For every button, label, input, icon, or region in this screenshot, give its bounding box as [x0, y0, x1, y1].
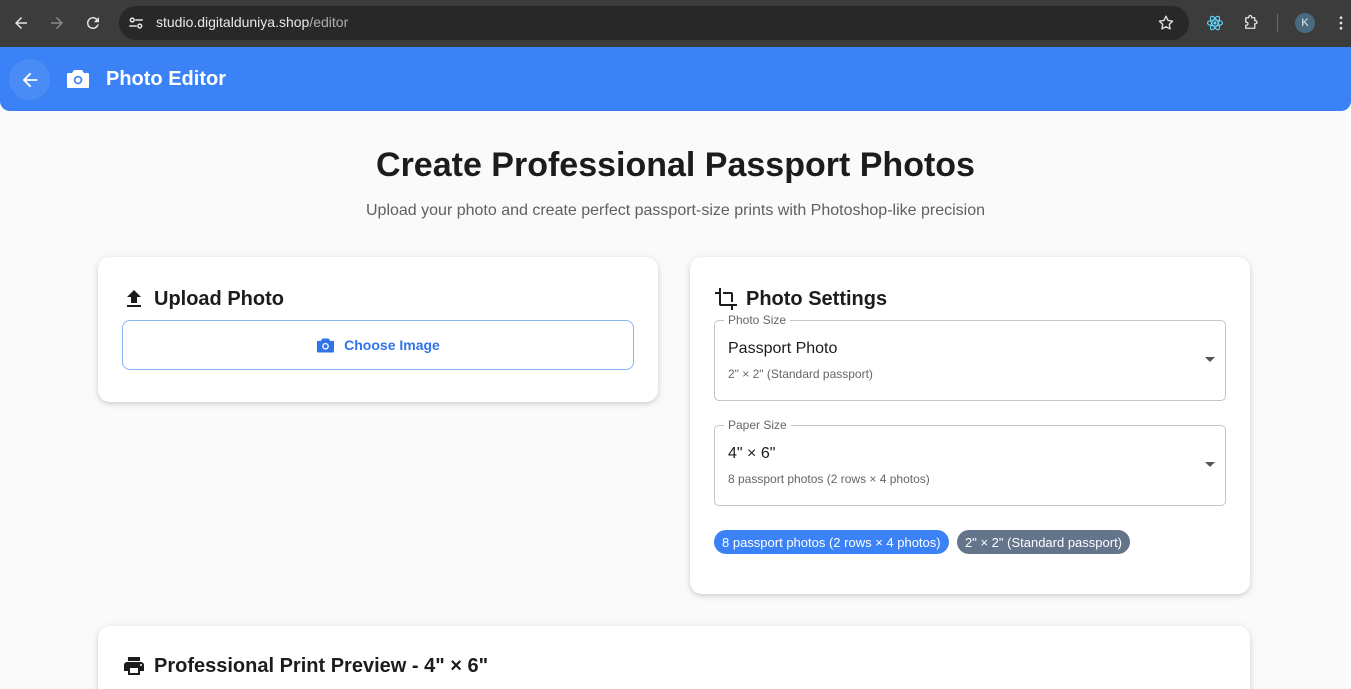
camera-icon — [67, 70, 89, 88]
reload-icon[interactable] — [82, 12, 104, 34]
profile-avatar[interactable]: K — [1295, 13, 1315, 33]
print-preview-title: Professional Print Preview - 4" × 6" — [154, 654, 489, 677]
dropdown-arrow-icon — [1205, 462, 1215, 467]
page-subtitle: Upload your photo and create perfect pas… — [366, 202, 985, 219]
upload-card: Upload Photo Choose Image — [98, 257, 658, 402]
layout-chip: 8 passport photos (2 rows × 4 photos) — [714, 530, 949, 554]
choose-image-label: Choose Image — [344, 337, 440, 353]
photo-size-value: Passport Photo — [728, 340, 838, 357]
settings-card-header: Photo Settings — [714, 287, 887, 311]
paper-size-label: Paper Size — [724, 418, 791, 432]
site-settings-icon[interactable] — [127, 14, 145, 32]
paper-size-select[interactable]: Paper Size 4" × 6" 8 passport photos (2 … — [714, 418, 1226, 506]
forward-arrow-icon[interactable] — [46, 12, 68, 34]
printer-icon — [124, 657, 144, 675]
paper-size-value: 4" × 6" — [728, 445, 776, 462]
photo-size-label: Photo Size — [724, 313, 791, 327]
crop-icon — [715, 288, 737, 310]
app-bar: Photo Editor — [0, 47, 1351, 111]
choose-image-button[interactable]: Choose Image — [122, 320, 634, 370]
settings-card: Photo Settings Photo Size Passport Photo… — [690, 257, 1250, 594]
settings-card-title: Photo Settings — [746, 287, 888, 310]
camera-icon — [317, 338, 335, 352]
extensions-puzzle-icon[interactable] — [1240, 12, 1262, 34]
upload-icon — [127, 290, 141, 307]
upload-card-header: Upload Photo — [122, 287, 284, 311]
address-bar[interactable]: studio.digitalduniya.shop/editor — [119, 6, 1189, 40]
print-preview-header: Professional Print Preview - 4" × 6" — [122, 654, 488, 678]
paper-size-description: 8 passport photos (2 rows × 4 photos) — [728, 472, 930, 486]
toolbar-divider — [1277, 14, 1278, 32]
bookmark-star-icon[interactable] — [1157, 14, 1175, 32]
photo-size-description: 2" × 2" (Standard passport) — [728, 367, 873, 381]
back-arrow-icon[interactable] — [10, 12, 32, 34]
photo-size-chip: 2" × 2" (Standard passport) — [957, 530, 1131, 554]
react-extension-icon[interactable] — [1204, 12, 1226, 34]
page-title: Create Professional Passport Photos — [376, 146, 975, 184]
back-button[interactable] — [9, 59, 50, 100]
photo-size-select[interactable]: Photo Size Passport Photo 2" × 2" (Stand… — [714, 313, 1226, 401]
app-title: Photo Editor — [106, 68, 226, 90]
browser-toolbar: studio.digitalduniya.shop/editor K — [0, 0, 1351, 47]
url-text: studio.digitalduniya.shop/editor — [156, 14, 349, 30]
upload-card-title: Upload Photo — [154, 287, 284, 310]
print-preview-card: Professional Print Preview - 4" × 6" — [98, 626, 1250, 689]
menu-dots-icon[interactable] — [1330, 12, 1351, 34]
dropdown-arrow-icon — [1205, 357, 1215, 362]
arrow-back-icon — [22, 72, 37, 87]
